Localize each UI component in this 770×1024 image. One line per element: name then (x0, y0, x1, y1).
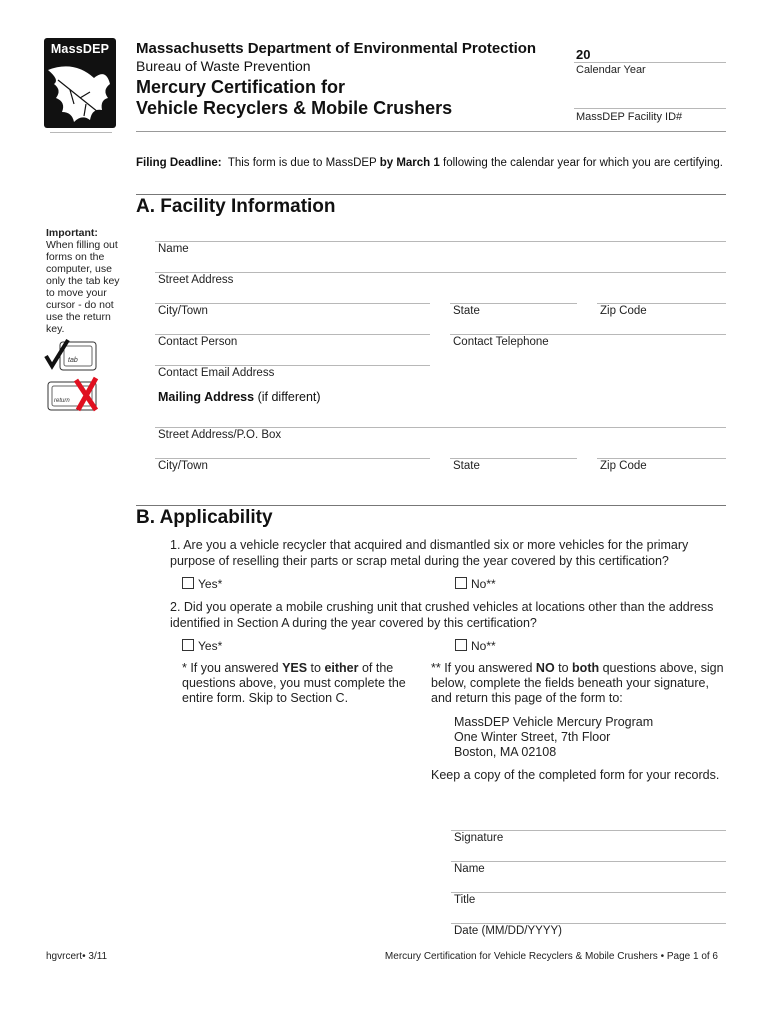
no-note-text: to (554, 661, 573, 675)
street-address-field[interactable] (155, 272, 726, 273)
contact-person-label: Contact Person (158, 336, 238, 348)
return-key-x-icon: return (47, 376, 99, 412)
no-instructions: ** If you answered NO to both questions … (431, 661, 729, 706)
no-note-bold: NO (535, 661, 555, 675)
mailing-address-qualifier: (if different) (257, 390, 321, 404)
facility-id-field[interactable] (574, 108, 726, 109)
section-b-title: B. Applicability (136, 507, 273, 528)
name-field[interactable] (155, 241, 726, 242)
question-1: 1. Are you a vehicle recycler that acqui… (170, 538, 689, 568)
deadline-date: by March 1 (379, 157, 440, 169)
mailing-city-label: City/Town (158, 460, 208, 472)
mailing-street-field[interactable] (155, 427, 726, 428)
zip-field[interactable] (597, 303, 726, 304)
deadline-text2: following the calendar year for which yo… (443, 157, 723, 169)
mailing-street-label: Street Address/P.O. Box (158, 429, 282, 441)
mailing-address-heading: Mailing Address (if different) (158, 390, 321, 404)
checkbox-box[interactable] (455, 639, 467, 651)
yes-instructions: * If you answered YES to either of the q… (182, 661, 422, 706)
return-key-label: return (54, 398, 70, 404)
deadline-label: Filing Deadline: (136, 157, 222, 169)
signature-label: Signature (454, 832, 504, 844)
yes-note-bold: either (324, 661, 359, 675)
q2-no-checkbox[interactable]: No** (455, 639, 496, 653)
footer-page-info: Mercury Certification for Vehicle Recycl… (384, 951, 718, 962)
address-line-1: MassDEP Vehicle Mercury Program (454, 715, 654, 729)
bureau-name: Bureau of Waste Prevention (136, 58, 311, 74)
signer-name-field[interactable] (451, 861, 726, 862)
calendar-year-field[interactable] (574, 62, 726, 63)
city-label: City/Town (158, 305, 208, 317)
mailing-address-title: Mailing Address (158, 390, 255, 404)
logo-underline (50, 132, 112, 133)
section-a-divider (136, 194, 726, 195)
mailing-state-field[interactable] (450, 458, 577, 459)
facility-id-label: MassDEP Facility ID# (576, 111, 683, 123)
signer-title-label: Title (454, 894, 476, 906)
footer-form-code: hgvrcert• 3/11 (46, 951, 108, 962)
q1-yes-label: Yes* (198, 577, 223, 591)
checkbox-box[interactable] (182, 639, 194, 651)
mailing-city-field[interactable] (155, 458, 430, 459)
important-label: Important: (46, 227, 98, 239)
deadline-text1: This form is due to MassDEP (227, 157, 377, 169)
mailing-zip-label: Zip Code (600, 460, 647, 472)
yes-note-text: * If you answered (182, 661, 283, 675)
mailing-state-label: State (453, 460, 480, 472)
contact-telephone-label: Contact Telephone (453, 336, 549, 348)
mailing-destination: MassDEP Vehicle Mercury Program One Wint… (454, 715, 653, 760)
form-title-line2: Vehicle Recyclers & Mobile Crushers (136, 98, 453, 118)
q2-yes-checkbox[interactable]: Yes* (182, 639, 222, 653)
mailing-zip-field[interactable] (597, 458, 726, 459)
tab-key-label: tab (68, 357, 78, 364)
q1-yes-checkbox[interactable]: Yes* (182, 577, 222, 591)
address-line-3: Boston, MA 02108 (454, 745, 557, 759)
zip-label: Zip Code (600, 305, 647, 317)
oak-leaf-icon (48, 66, 110, 122)
form-title: Mercury Certification for Vehicle Recycl… (136, 77, 452, 119)
city-field[interactable] (155, 303, 430, 304)
street-address-label: Street Address (158, 274, 234, 286)
q1-no-checkbox[interactable]: No** (455, 577, 496, 591)
no-note-bold: both (572, 661, 600, 675)
q1-no-label: No** (471, 577, 496, 591)
address-line-2: One Winter Street, 7th Floor (454, 730, 611, 744)
question-2: 2. Did you operate a mobile crushing uni… (170, 600, 714, 630)
section-b-divider (136, 505, 726, 506)
massdep-logo: MassDEP (44, 38, 116, 128)
header-divider (136, 131, 726, 132)
contact-person-field[interactable] (155, 334, 430, 335)
contact-email-label: Contact Email Address (158, 367, 275, 379)
filing-deadline: Filing Deadline: This form is due to Mas… (136, 157, 723, 169)
state-label: State (453, 305, 480, 317)
yes-note-bold: YES (282, 661, 308, 675)
form-title-line1: Mercury Certification for (136, 77, 346, 97)
tab-key-check-icon: tab (44, 338, 97, 371)
yes-note-text: to (307, 661, 325, 675)
state-field[interactable] (450, 303, 577, 304)
important-note: Important: When filling out forms on the… (46, 227, 126, 335)
agency-name: Massachusetts Department of Environmenta… (136, 40, 537, 57)
signer-title-field[interactable] (451, 892, 726, 893)
date-field[interactable] (451, 923, 726, 924)
q2-no-label: No** (471, 639, 496, 653)
contact-email-field[interactable] (155, 365, 430, 366)
year-prefix: 20 (576, 47, 591, 62)
contact-telephone-field[interactable] (450, 334, 726, 335)
name-label: Name (158, 243, 189, 255)
keep-copy-note: Keep a copy of the completed form for yo… (431, 768, 720, 782)
date-label: Date (MM/DD/YYYY) (454, 925, 562, 937)
checkbox-box[interactable] (455, 577, 467, 589)
calendar-year-label: Calendar Year (576, 64, 646, 76)
important-text: When filling out forms on the computer, … (46, 239, 120, 335)
no-note-text: ** If you answered (431, 661, 536, 675)
section-a-title: A. Facility Information (136, 196, 336, 217)
checkbox-box[interactable] (182, 577, 194, 589)
q2-yes-label: Yes* (198, 639, 223, 653)
signer-name-label: Name (454, 863, 485, 875)
signature-field[interactable] (451, 830, 726, 831)
